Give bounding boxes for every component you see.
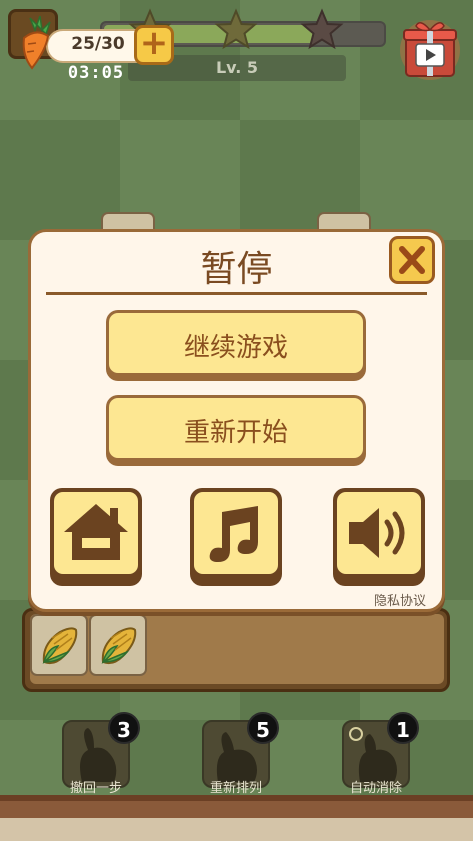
undo-count-badge: 3 [108,712,140,744]
home-button[interactable] [50,488,142,586]
undo-tool-label: 撤回一步 [69,781,122,796]
button-face [54,492,138,574]
music-note-icon [209,506,258,562]
corn-icon [101,627,137,665]
button-face [194,492,278,574]
dialog-title: 暂停 [200,249,273,290]
auto-clear-count-badge: 1 [387,712,419,744]
button-face: 重新开始 [109,398,363,458]
corn-tile[interactable] [30,614,88,676]
speaker-icon [349,508,405,558]
add-carrots-button[interactable]: + [134,25,174,65]
carrot-icon [22,16,51,70]
timer-label: 03:05 [67,63,125,83]
continue-game-button[interactable]: 继续游戏 [106,310,366,381]
home-icon [64,504,128,560]
button-face: 继续游戏 [109,313,363,373]
shuffle-tool-label: 重新排列 [209,781,262,796]
continue-game-label: 继续游戏 [183,333,288,363]
close-button[interactable] [389,236,435,284]
close-icon [399,246,425,274]
shuffle-count-badge: 5 [247,712,279,744]
gift-video-icon[interactable] [398,14,462,82]
button-face [337,492,421,574]
restart-label: 重新开始 [183,418,288,448]
title-divider [46,292,427,295]
privacy-link[interactable]: 隐私协议 [360,590,440,609]
star-icon [300,8,344,50]
corn-icon [42,627,78,665]
restart-button[interactable]: 重新开始 [106,395,366,466]
star-icon [214,8,258,50]
ground-stripe [0,818,473,841]
music-toggle-button[interactable] [190,488,282,586]
auto-clear-tool-label: 自动消除 [349,781,402,796]
sound-toggle-button[interactable] [333,488,425,586]
corn-tile[interactable] [89,614,147,676]
carrot-count: 25/30 [71,34,125,54]
